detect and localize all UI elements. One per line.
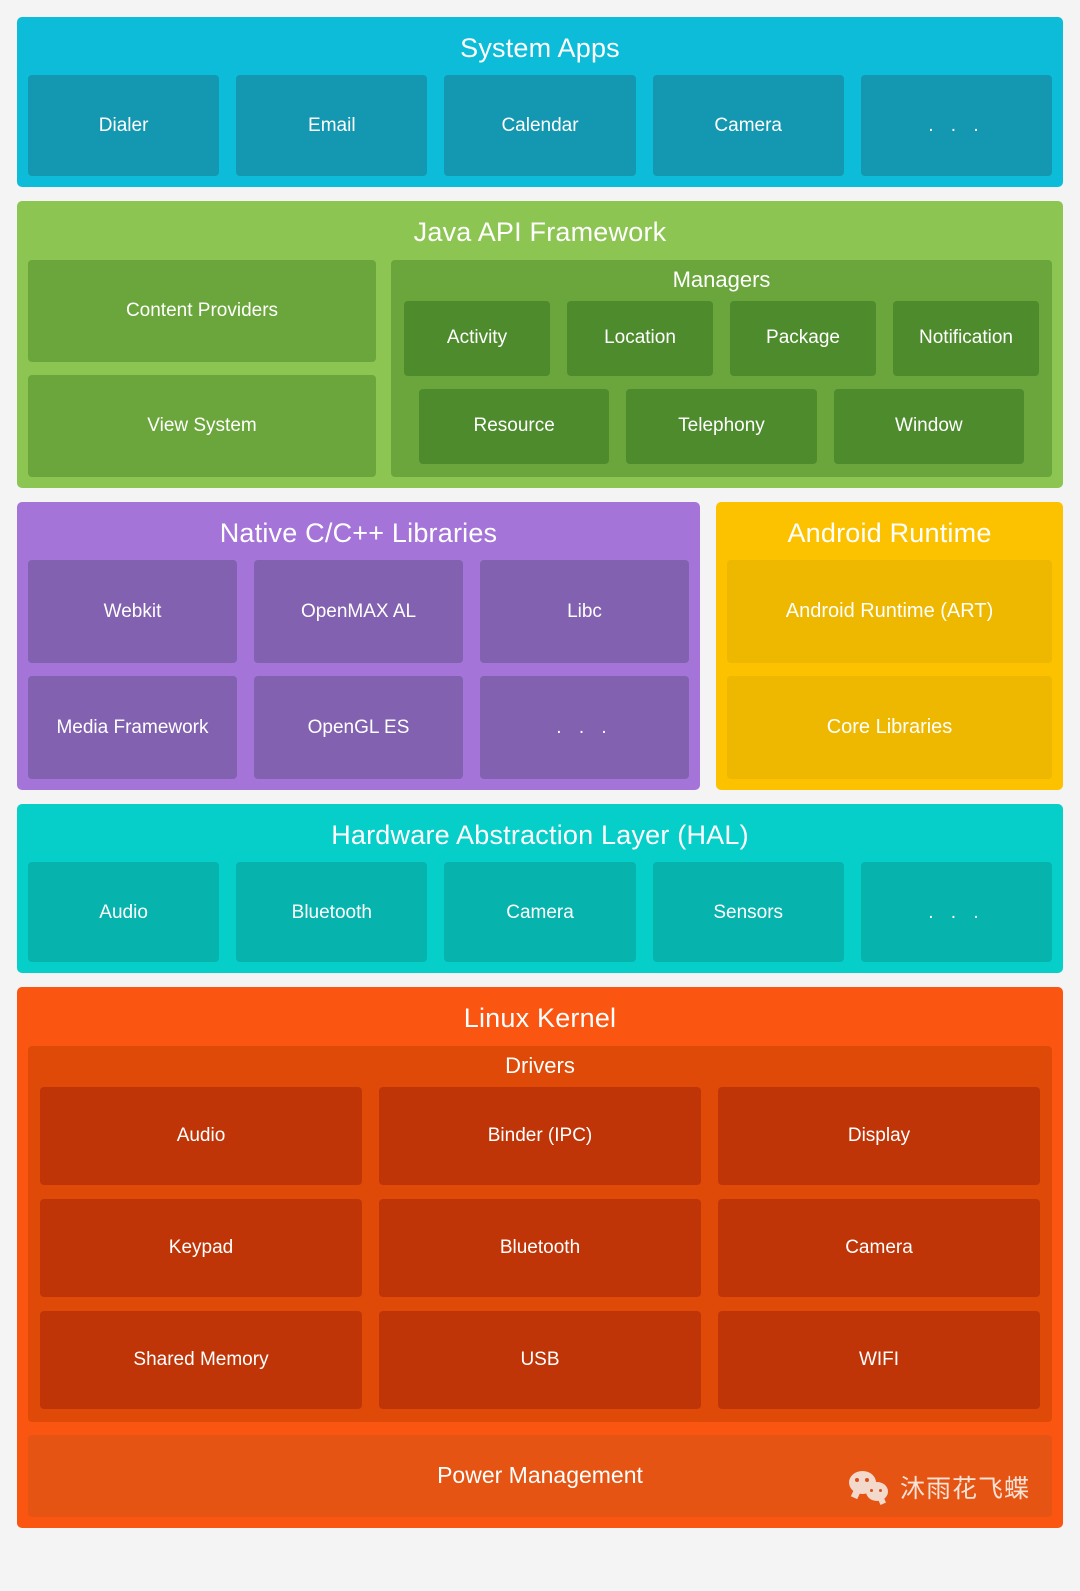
tile-hal-bluetooth[interactable]: Bluetooth [236, 862, 428, 963]
managers-row-1: Activity Location Package Notification [404, 300, 1039, 376]
power-management-label: Power Management [437, 1462, 643, 1489]
managers-group: Managers Activity Location Package Notif… [391, 259, 1052, 477]
tile-notification-manager[interactable]: Notification [893, 300, 1039, 376]
watermark-text: 沐雨花飞蝶 [899, 1474, 1030, 1503]
tile-window-manager[interactable]: Window [833, 388, 1024, 464]
tile-native-libraries-more[interactable]: . . . [480, 676, 689, 780]
drivers-title: Drivers [505, 1052, 575, 1078]
tile-dialer[interactable]: Dialer [28, 75, 220, 177]
layer-title-native-libraries: Native C/C++ Libraries [219, 517, 498, 548]
tile-hal-more[interactable]: . . . [860, 862, 1053, 963]
managers-title: Managers [672, 266, 771, 292]
android-runtime-row-1: Android Runtime (ART) [727, 560, 1052, 664]
drivers-group: Drivers Audio Binder (IPC) Display Keypa… [28, 1045, 1052, 1422]
android-runtime-row-2: Core Libraries [727, 676, 1052, 780]
tile-driver-audio[interactable]: Audio [40, 1086, 362, 1185]
drivers-row-2: Keypad Bluetooth Camera [40, 1198, 1040, 1297]
tile-opengl-es[interactable]: OpenGL ES [254, 676, 463, 780]
tile-view-system[interactable]: View System [28, 374, 376, 477]
tile-driver-keypad[interactable]: Keypad [40, 1198, 362, 1297]
tile-power-management[interactable]: Power Management 沐雨花飞蝶 [28, 1434, 1052, 1517]
layer-system-apps: System Apps Dialer Email Calendar Camera… [17, 17, 1063, 188]
tile-telephony-manager[interactable]: Telephony [626, 388, 817, 464]
tile-driver-binder-ipc[interactable]: Binder (IPC) [379, 1086, 701, 1185]
tile-driver-usb[interactable]: USB [379, 1310, 701, 1409]
tile-openmax-al[interactable]: OpenMAX AL [254, 560, 463, 664]
tile-libc[interactable]: Libc [480, 560, 689, 664]
drivers-row-3: Shared Memory USB WIFI [40, 1310, 1040, 1409]
tile-email[interactable]: Email [236, 75, 428, 177]
layer-linux-kernel: Linux Kernel Drivers Audio Binder (IPC) … [17, 987, 1063, 1528]
tile-camera[interactable]: Camera [652, 75, 844, 177]
tile-driver-display[interactable]: Display [718, 1086, 1040, 1185]
tile-hal-sensors[interactable]: Sensors [652, 862, 844, 963]
layer-hardware-abstraction-layer: Hardware Abstraction Layer (HAL) Audio B… [17, 804, 1063, 974]
tile-driver-camera[interactable]: Camera [718, 1198, 1040, 1297]
watermark: 沐雨花飞蝶 [848, 1469, 1030, 1505]
java-api-left-column: Content Providers View System [28, 259, 376, 477]
managers-row-2: Resource Telephony Window [404, 388, 1039, 464]
tile-activity-manager[interactable]: Activity [404, 300, 550, 376]
tile-resource-manager[interactable]: Resource [419, 388, 610, 464]
layer-title-android-runtime: Android Runtime [787, 517, 992, 548]
android-architecture-diagram: System Apps Dialer Email Calendar Camera… [0, 0, 1080, 1591]
layer-title-system-apps: System Apps [460, 33, 620, 63]
tile-driver-bluetooth[interactable]: Bluetooth [379, 1198, 701, 1297]
tile-hal-camera[interactable]: Camera [444, 862, 636, 963]
tile-media-framework[interactable]: Media Framework [28, 676, 237, 780]
native-libraries-row-1: Webkit OpenMAX AL Libc [28, 560, 689, 664]
tile-hal-audio[interactable]: Audio [28, 862, 220, 963]
tile-core-libraries[interactable]: Core Libraries [727, 676, 1052, 780]
layer-android-runtime: Android Runtime Android Runtime (ART) Co… [716, 501, 1063, 791]
layer-title-hal: Hardware Abstraction Layer (HAL) [331, 820, 749, 851]
layer-native-libraries: Native C/C++ Libraries Webkit OpenMAX AL… [17, 501, 700, 791]
layer-title-linux-kernel: Linux Kernel [463, 1003, 617, 1034]
layer-title-java-api-framework: Java API Framework [413, 217, 667, 248]
drivers-row-1: Audio Binder (IPC) Display [40, 1086, 1040, 1185]
tile-webkit[interactable]: Webkit [28, 560, 237, 664]
hal-row: Audio Bluetooth Camera Sensors . . . [28, 862, 1053, 963]
native-runtime-row: Native C/C++ Libraries Webkit OpenMAX AL… [17, 501, 1063, 791]
tile-content-providers[interactable]: Content Providers [28, 259, 376, 362]
system-apps-row: Dialer Email Calendar Camera . . . [28, 75, 1053, 177]
tile-driver-wifi[interactable]: WIFI [718, 1310, 1040, 1409]
tile-android-runtime-art[interactable]: Android Runtime (ART) [727, 560, 1052, 664]
tile-driver-shared-memory[interactable]: Shared Memory [40, 1310, 362, 1409]
tile-package-manager[interactable]: Package [730, 300, 876, 376]
java-api-columns: Content Providers View System Managers A… [28, 259, 1052, 477]
tile-location-manager[interactable]: Location [567, 300, 713, 376]
wechat-icon [848, 1470, 891, 1503]
tile-system-apps-more[interactable]: . . . [860, 75, 1053, 177]
layer-java-api-framework: Java API Framework Content Providers Vie… [17, 201, 1063, 488]
tile-calendar[interactable]: Calendar [444, 75, 636, 177]
native-libraries-row-2: Media Framework OpenGL ES . . . [28, 676, 689, 780]
